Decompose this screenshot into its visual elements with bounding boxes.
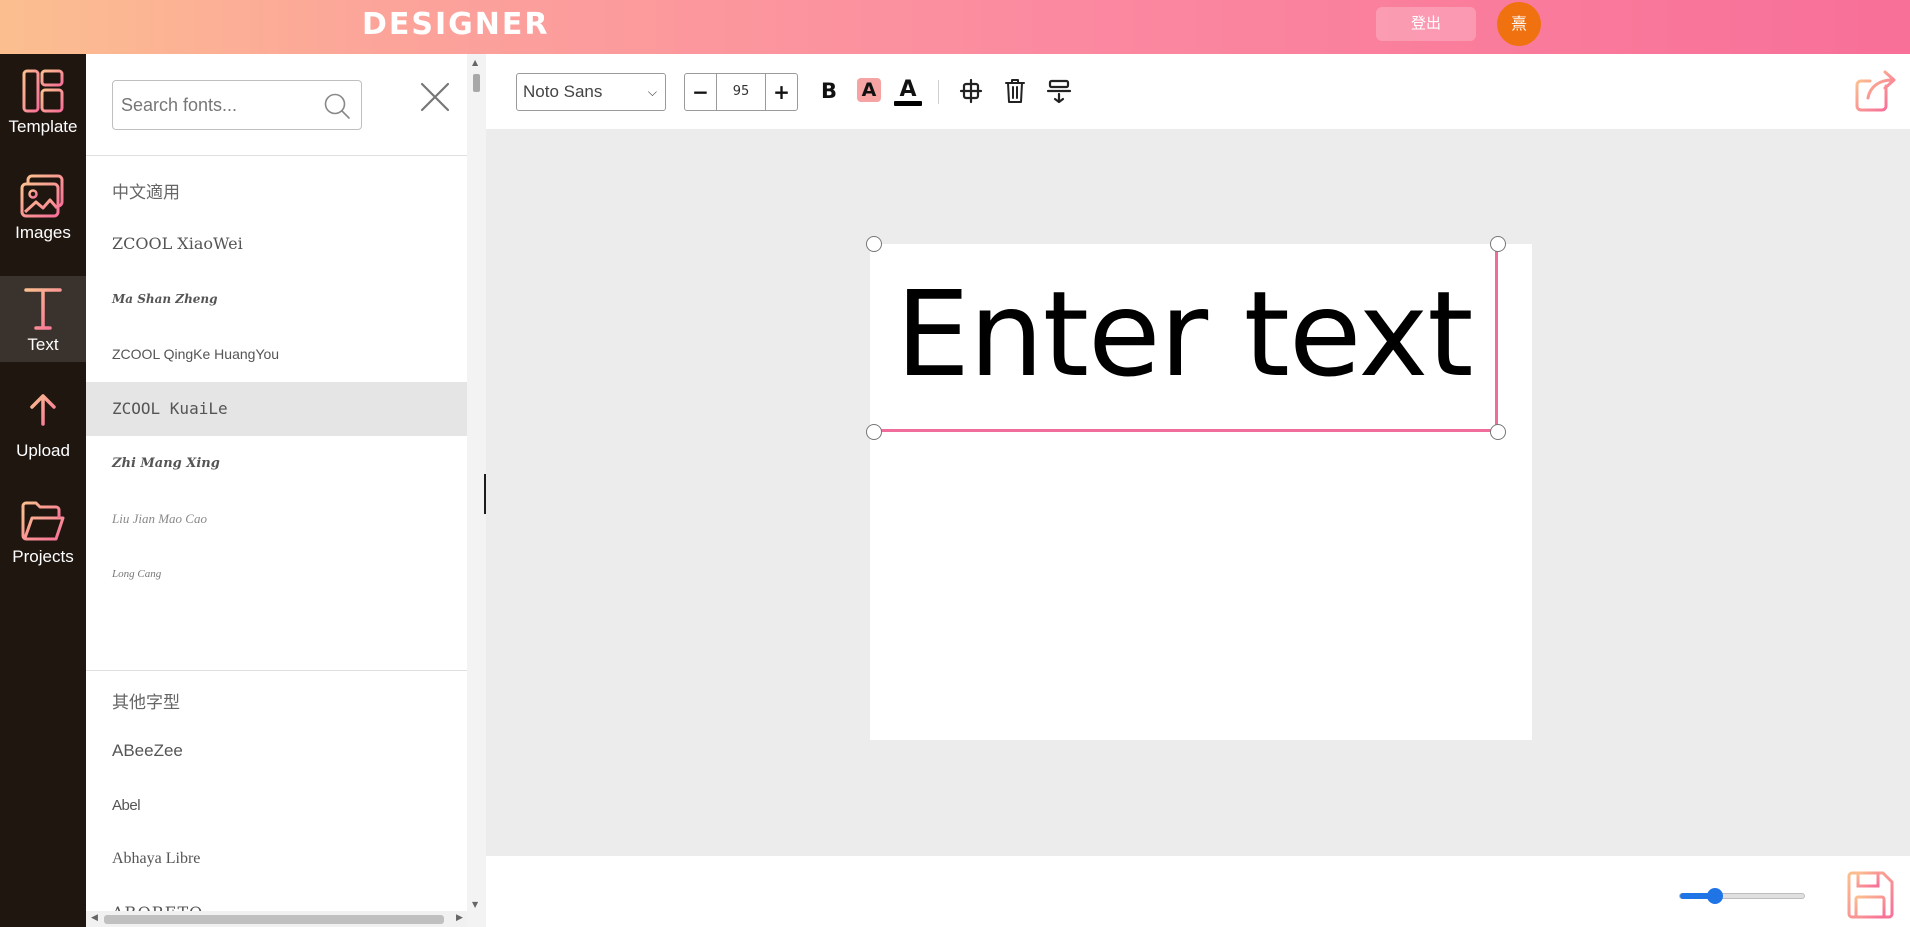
font-option-liu-jian-mao-cao[interactable]: Liu Jian Mao Cao bbox=[86, 492, 467, 546]
sidebar-item-label: Upload bbox=[16, 441, 70, 460]
sidebar-item-projects[interactable]: Projects bbox=[0, 488, 86, 574]
sidebar-item-label: Template bbox=[8, 117, 78, 136]
font-size-input[interactable]: 95 bbox=[717, 74, 765, 110]
text-toolbar: Noto Sans ⌵ − 95 + B A A bbox=[486, 54, 1910, 130]
font-size-stepper: − 95 + bbox=[684, 73, 798, 111]
font-search bbox=[112, 80, 362, 130]
font-family-select[interactable]: Noto Sans ⌵ bbox=[516, 73, 666, 111]
sidebar-item-label: Text bbox=[27, 335, 59, 354]
font-option-abeezee[interactable]: ABeeZee bbox=[86, 724, 467, 778]
selected-text-box[interactable]: Enter text bbox=[874, 244, 1498, 432]
font-list: 中文適用 ZCOOL XiaoWei Ma Shan Zheng ZCOOL Q… bbox=[86, 157, 467, 914]
logout-button[interactable]: 登出 bbox=[1376, 7, 1476, 41]
template-icon bbox=[22, 69, 64, 113]
close-icon[interactable] bbox=[416, 78, 454, 116]
section-title: 中文適用 bbox=[112, 183, 180, 203]
text-color-glyph: A bbox=[899, 77, 916, 102]
search-icon[interactable] bbox=[323, 92, 351, 120]
sidebar-item-text[interactable]: Text bbox=[0, 276, 86, 362]
scroll-up-icon[interactable]: ▲ bbox=[472, 58, 478, 67]
chevron-down-icon: ⌵ bbox=[647, 85, 657, 99]
folder-icon bbox=[21, 501, 65, 541]
layers-icon bbox=[1046, 79, 1072, 104]
scrollbar-thumb[interactable] bbox=[104, 915, 444, 924]
font-option-ma-shan-zheng[interactable]: Ma Shan Zheng bbox=[86, 272, 467, 326]
text-icon bbox=[24, 288, 62, 330]
zoom-slider[interactable] bbox=[1679, 888, 1805, 904]
resize-handle-bottom-left[interactable] bbox=[866, 424, 882, 440]
font-panel: 中文適用 ZCOOL XiaoWei Ma Shan Zheng ZCOOL Q… bbox=[86, 54, 486, 927]
scroll-right-icon[interactable]: ▶ bbox=[456, 913, 463, 923]
toolbar-divider bbox=[938, 80, 939, 104]
font-option-zhi-mang-xing[interactable]: Zhi Mang Xing bbox=[86, 437, 467, 491]
section-title: 其他字型 bbox=[112, 693, 180, 713]
font-option-long-cang[interactable]: Long Cang bbox=[86, 547, 467, 601]
scrollbar-thumb[interactable] bbox=[473, 74, 480, 92]
font-search-input[interactable] bbox=[121, 81, 321, 129]
sidebar-item-template[interactable]: Template bbox=[0, 58, 86, 144]
font-panel-header bbox=[86, 54, 467, 156]
resize-handle-bottom-right[interactable] bbox=[1490, 424, 1506, 440]
align-center-button[interactable] bbox=[955, 72, 987, 110]
font-option-zcool-xiaowei[interactable]: ZCOOL XiaoWei bbox=[86, 217, 467, 271]
font-option-abel[interactable]: Abel bbox=[86, 779, 467, 833]
font-family-value: Noto Sans bbox=[523, 82, 603, 101]
horizontal-scrollbar[interactable]: ◀ ▶ bbox=[86, 911, 467, 927]
artboard[interactable]: Enter text bbox=[866, 236, 1532, 740]
align-vertical-center-icon bbox=[959, 78, 983, 104]
scroll-left-icon[interactable]: ◀ bbox=[91, 913, 98, 923]
highlight-button[interactable]: A bbox=[853, 72, 885, 110]
zoom-slider-thumb[interactable] bbox=[1706, 888, 1723, 904]
text-layer[interactable]: Enter text bbox=[874, 274, 1494, 394]
font-option-abhaya-libre[interactable]: Abhaya Libre bbox=[86, 832, 467, 886]
images-icon bbox=[20, 174, 64, 218]
decrease-size-button[interactable]: − bbox=[685, 74, 717, 110]
highlight-icon: A bbox=[857, 78, 881, 102]
upload-icon bbox=[22, 394, 64, 434]
resize-handle-top-left[interactable] bbox=[866, 236, 882, 252]
font-option-zcool-qingke[interactable]: ZCOOL QingKe HuangYou bbox=[86, 327, 467, 381]
bottom-bar bbox=[486, 856, 1910, 927]
font-option-zcool-kuaile[interactable]: ZCOOL KuaiLe bbox=[86, 382, 467, 436]
save-icon[interactable] bbox=[1843, 868, 1897, 922]
canvas-workspace: Enter text bbox=[486, 130, 1910, 856]
layer-order-button[interactable] bbox=[1043, 72, 1075, 110]
text-color-button[interactable]: A bbox=[892, 72, 924, 110]
bold-button[interactable]: B bbox=[813, 72, 845, 110]
text-color-icon: A bbox=[894, 77, 922, 106]
delete-button[interactable] bbox=[999, 72, 1031, 110]
trash-icon bbox=[1005, 79, 1025, 103]
sidebar-item-label: Projects bbox=[12, 547, 74, 566]
sidebar-item-upload[interactable]: Upload bbox=[0, 382, 86, 468]
sidebar-item-label: Images bbox=[15, 223, 71, 242]
left-sidebar: Template Images Text Upload Projects bbox=[0, 54, 86, 927]
app-logo: DESIGNER bbox=[362, 7, 550, 42]
font-option-aboreto[interactable]: ABORETO bbox=[86, 886, 467, 914]
sidebar-item-images[interactable]: Images bbox=[0, 164, 86, 250]
section-divider bbox=[86, 670, 467, 671]
resize-handle-top-right[interactable] bbox=[1490, 236, 1506, 252]
avatar[interactable]: 熹 bbox=[1497, 2, 1541, 46]
scroll-down-icon[interactable]: ▼ bbox=[472, 900, 478, 909]
designer-app: DESIGNER 登出 熹 Template Images Text Uploa… bbox=[0, 0, 1910, 927]
increase-size-button[interactable]: + bbox=[765, 74, 797, 110]
top-header: DESIGNER 登出 熹 bbox=[0, 0, 1910, 54]
share-icon[interactable] bbox=[1852, 66, 1902, 116]
